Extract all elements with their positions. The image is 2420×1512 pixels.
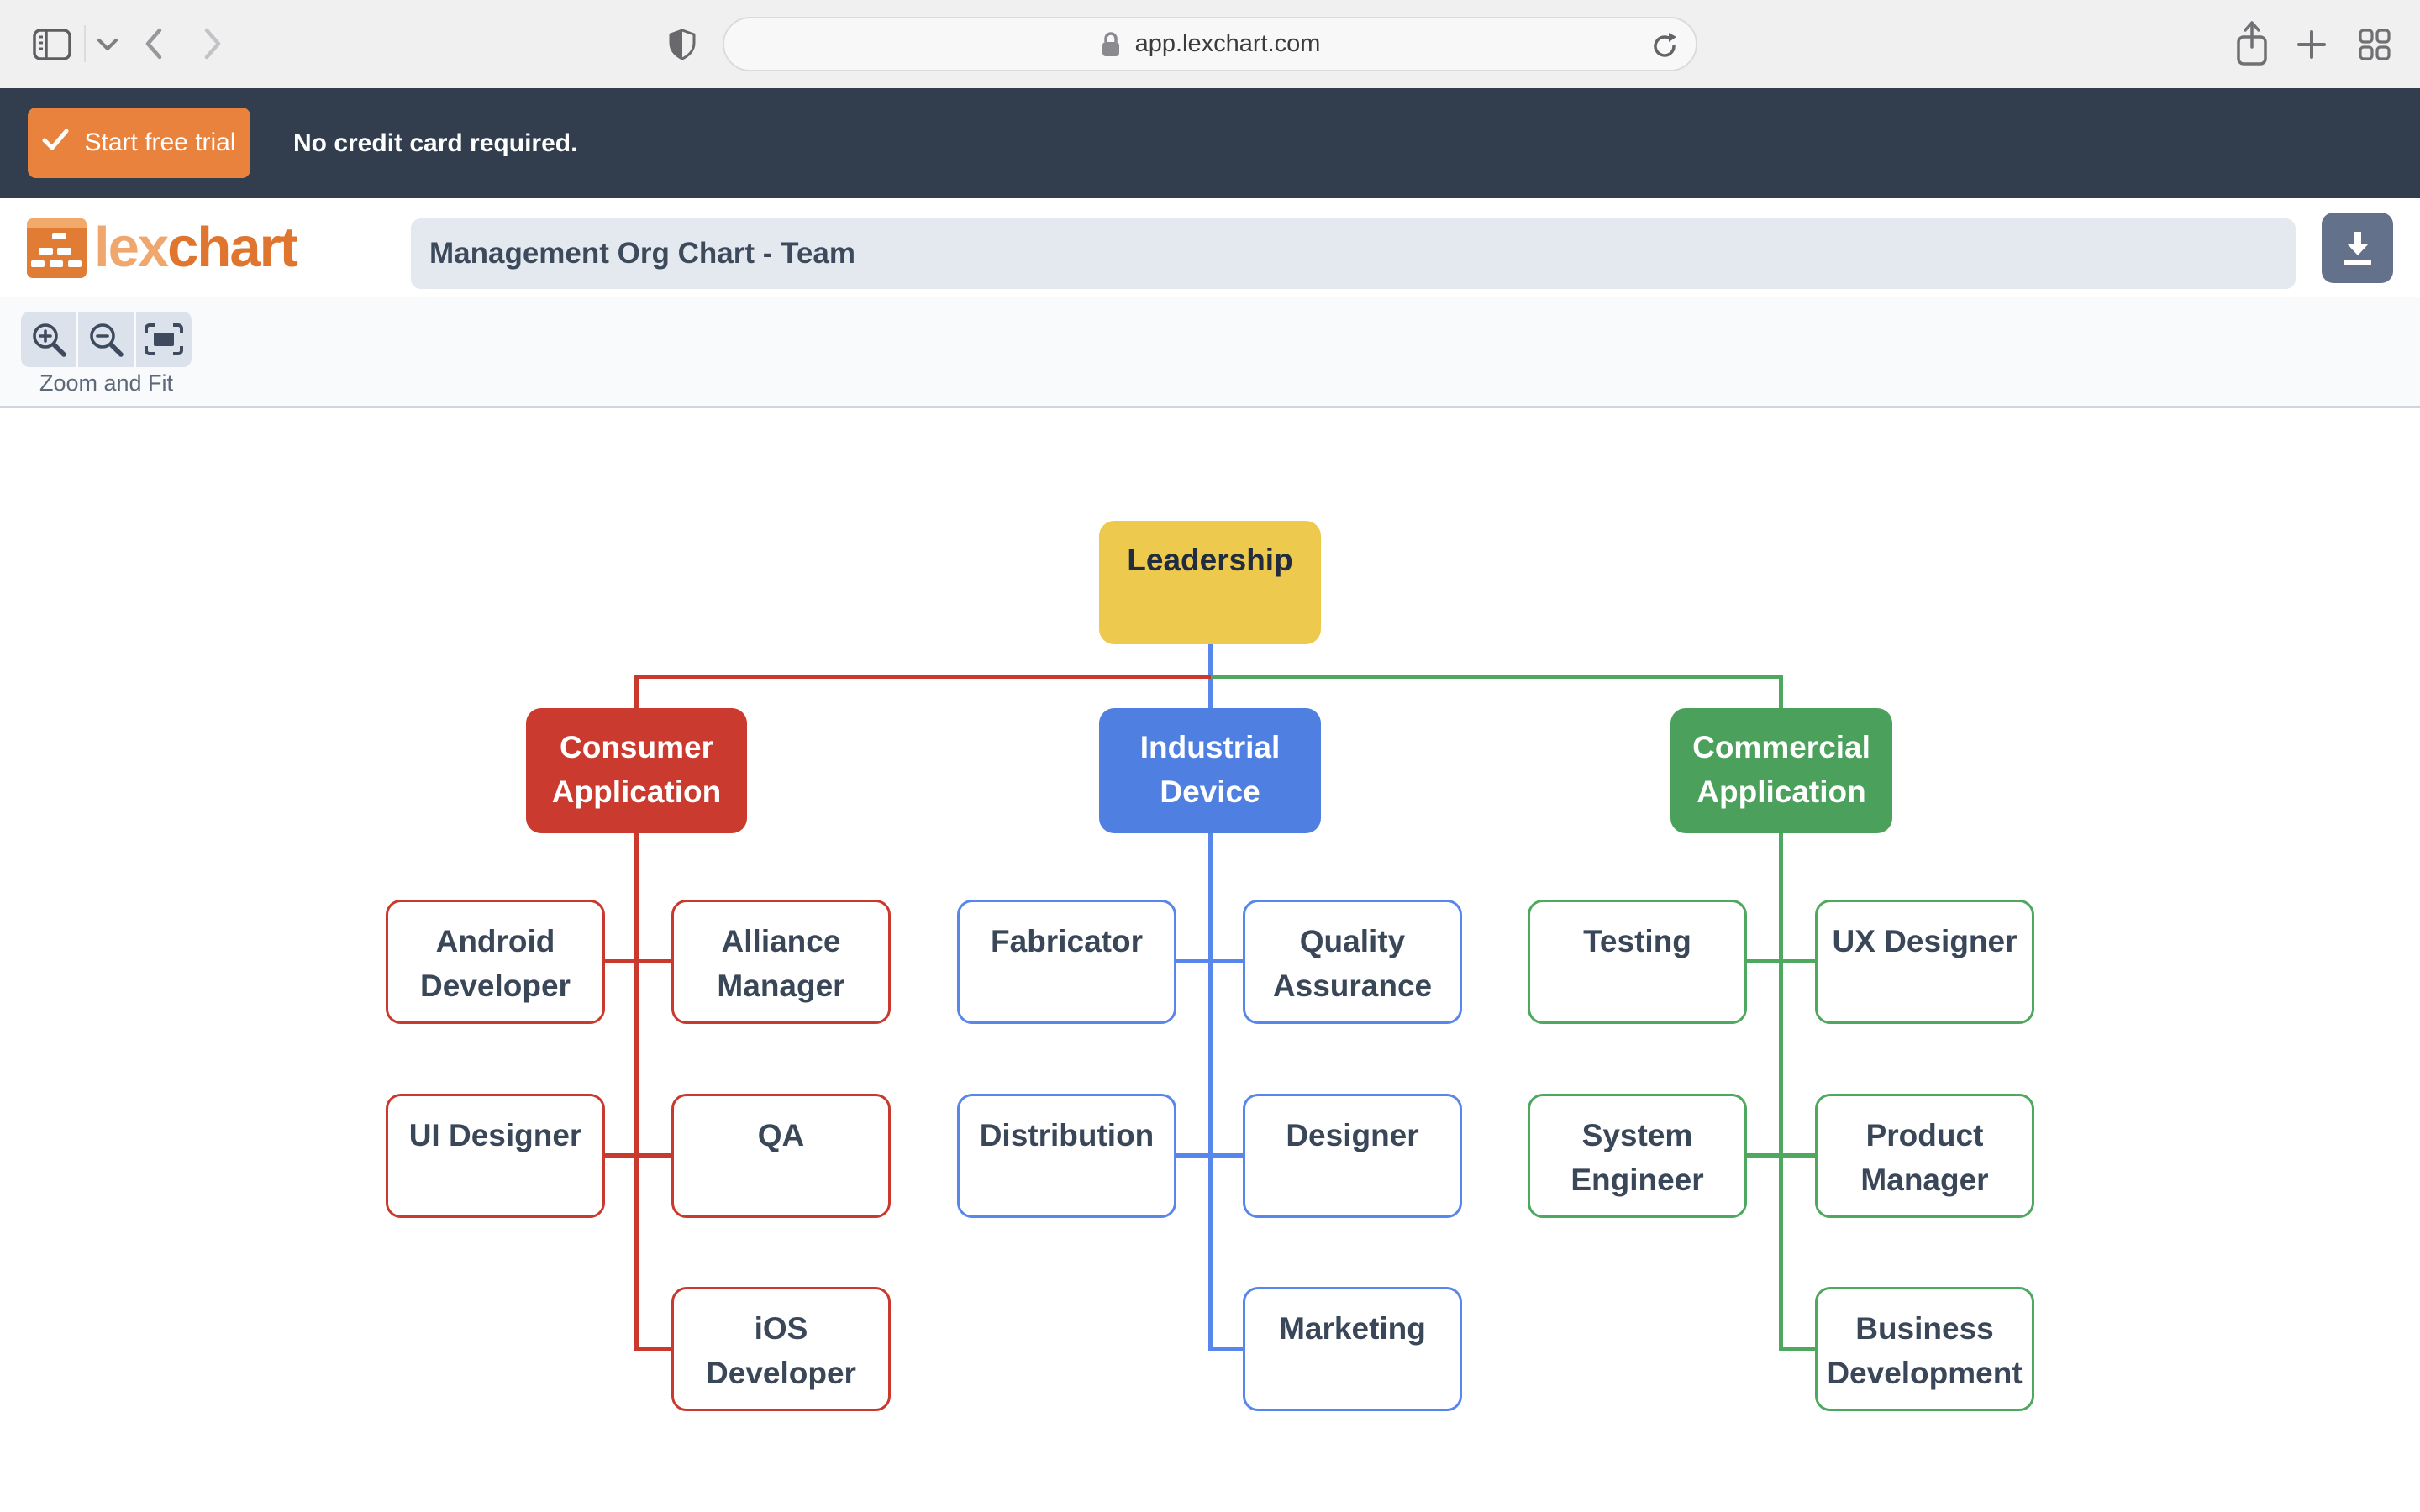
org-node-industrial-device[interactable]: IndustrialDevice (1099, 708, 1321, 833)
connector-segment-red_line (637, 1153, 674, 1158)
connector-segment-red_line (637, 959, 674, 963)
org-node-label: Leadership (1127, 538, 1292, 582)
org-node-designer[interactable]: Designer (1243, 1094, 1462, 1218)
org-node-testing[interactable]: Testing (1528, 900, 1747, 1024)
connector-segment-green_line (1744, 1153, 1781, 1158)
org-node-label: Industrial (1140, 725, 1281, 769)
org-node-label: Development (1827, 1351, 2022, 1395)
connector-segment-red_line (602, 1153, 637, 1158)
org-node-ux-designer[interactable]: UX Designer (1815, 900, 2034, 1024)
connector-segment-green_line (1744, 959, 1781, 963)
connector-segment-red_line (602, 959, 637, 963)
org-node-commercial-application[interactable]: CommercialApplication (1670, 708, 1892, 833)
org-node-label: Consumer (560, 725, 713, 769)
org-node-label: Quality (1300, 919, 1405, 963)
org-node-consumer-application[interactable]: ConsumerApplication (526, 708, 747, 833)
org-node-label: Alliance (722, 919, 841, 963)
connector-segment-green_line (1211, 675, 1783, 679)
org-node-label: Engineer (1570, 1158, 1703, 1202)
org-node-system-engineer[interactable]: SystemEngineer (1528, 1094, 1747, 1218)
org-chart: LeadershipConsumerApplicationIndustrialD… (0, 0, 2420, 1512)
connector-segment-green_line (1781, 1347, 1818, 1351)
connector-segment-red_line (634, 833, 639, 1351)
org-node-leadership[interactable]: Leadership (1099, 521, 1321, 644)
org-node-label: Developer (706, 1351, 856, 1395)
org-node-label: Designer (1286, 1113, 1418, 1158)
connector-segment-green_line (1779, 833, 1783, 1351)
org-node-label: Assurance (1273, 963, 1432, 1008)
org-node-product-manager[interactable]: ProductManager (1815, 1094, 2034, 1218)
org-node-label: Application (552, 769, 721, 814)
org-node-fabricator[interactable]: Fabricator (957, 900, 1176, 1024)
org-node-label: Developer (420, 963, 571, 1008)
connector-segment-blue_line (1208, 833, 1213, 1351)
connector-segment-blue_line (1174, 1153, 1211, 1158)
connector-segment-red_line (637, 1347, 674, 1351)
org-node-label: iOS (755, 1306, 808, 1351)
org-node-label: Product (1866, 1113, 1984, 1158)
connector-segment-green_line (1781, 1153, 1818, 1158)
connector-segment-red_line (634, 675, 1211, 679)
org-node-label: Business (1855, 1306, 1994, 1351)
org-node-label: Distribution (980, 1113, 1155, 1158)
connector-segment-blue_line (1211, 1347, 1245, 1351)
connector-segment-blue_line (1211, 1153, 1245, 1158)
org-node-label: Application (1697, 769, 1865, 814)
connector-segment-green_line (1779, 676, 1783, 708)
connector-segment-green_line (1781, 959, 1818, 963)
org-node-label: Fabricator (991, 919, 1143, 963)
org-node-marketing[interactable]: Marketing (1243, 1287, 1462, 1411)
org-node-alliance-manager[interactable]: AllianceManager (671, 900, 891, 1024)
connector-segment-blue_line (1174, 959, 1211, 963)
org-node-label: Manager (717, 963, 844, 1008)
org-node-qa[interactable]: QA (671, 1094, 891, 1218)
org-node-label: Device (1160, 769, 1260, 814)
org-node-business-development[interactable]: BusinessDevelopment (1815, 1287, 2034, 1411)
org-node-label: QA (758, 1113, 805, 1158)
org-node-quality-assurance[interactable]: QualityAssurance (1243, 900, 1462, 1024)
org-node-android-developer[interactable]: AndroidDeveloper (386, 900, 605, 1024)
org-node-label: UI Designer (409, 1113, 582, 1158)
connector-segment-red_line (634, 676, 639, 708)
org-node-label: System (1582, 1113, 1693, 1158)
org-node-label: Testing (1583, 919, 1691, 963)
org-node-label: Commercial (1692, 725, 1870, 769)
connector-segment-blue_line (1211, 959, 1245, 963)
org-node-distribution[interactable]: Distribution (957, 1094, 1176, 1218)
org-node-label: UX Designer (1832, 919, 2017, 963)
org-node-label: Android (436, 919, 555, 963)
org-node-label: Manager (1860, 1158, 1988, 1202)
org-node-ios-developer[interactable]: iOSDeveloper (671, 1287, 891, 1411)
org-node-ui-designer[interactable]: UI Designer (386, 1094, 605, 1218)
org-node-label: Marketing (1279, 1306, 1426, 1351)
